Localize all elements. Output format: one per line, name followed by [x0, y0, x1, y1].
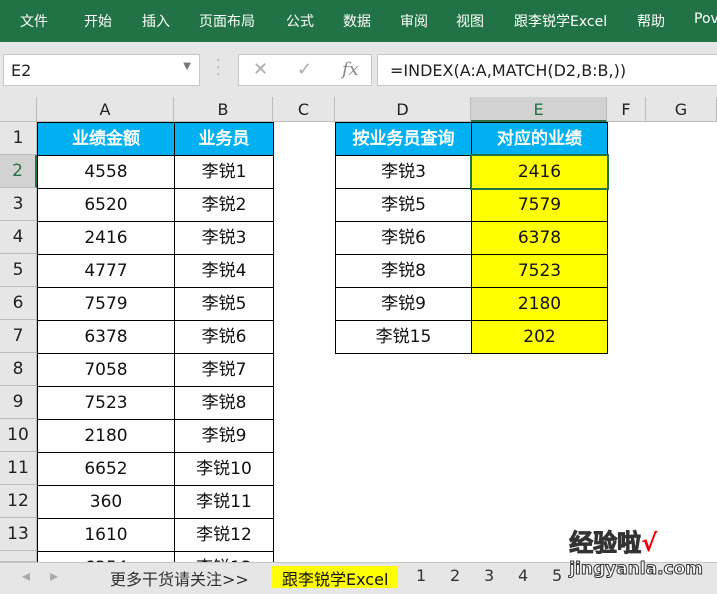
amount-cell[interactable]: 7058 [37, 353, 175, 387]
sheet-tab[interactable]: 4 [518, 566, 528, 585]
amount-cell[interactable]: 1610 [37, 518, 175, 552]
sheet-tab[interactable]: 1 [416, 566, 426, 585]
amount-cell[interactable]: 4558 [37, 155, 175, 189]
salesperson-cell[interactable]: 李锐8 [174, 386, 274, 420]
result-cell[interactable]: 202 [471, 320, 608, 354]
insert-function-icon[interactable]: fx [342, 59, 359, 80]
row-header[interactable]: 11 [0, 452, 37, 485]
column-header-a[interactable]: A [37, 97, 174, 122]
formula-input[interactable]: =INDEX(A:A,MATCH(D2,B:B,)) [377, 54, 717, 86]
ribbon-tab[interactable]: 审阅 [400, 11, 428, 31]
row-header[interactable]: 13 [0, 518, 37, 551]
ribbon-tab[interactable]: 公式 [286, 11, 314, 31]
table-header[interactable]: 业务员 [174, 122, 274, 156]
ribbon-tab[interactable]: 开始 [84, 11, 112, 31]
sheet-tab[interactable]: 5 [552, 566, 562, 585]
scroll-left-icon[interactable]: ◂ [22, 566, 30, 585]
salesperson-cell[interactable]: 李锐2 [174, 188, 274, 222]
ribbon: 文件 开始 插入 页面布局 公式 数据 审阅 视图 跟李锐学Excel 帮助 Pov [0, 0, 717, 42]
column-header-b[interactable]: B [174, 97, 273, 122]
formula-buttons: ✕ ✓ fx [238, 54, 372, 86]
watermark: 经验啦√ jingyanla.com [569, 529, 704, 580]
sheet-tab[interactable]: 跟李锐学Excel [272, 566, 399, 589]
salesperson-cell[interactable]: 李锐12 [174, 518, 274, 552]
query-cell[interactable]: 李锐9 [335, 287, 472, 321]
row-header[interactable]: 5 [0, 254, 37, 287]
ribbon-tab[interactable]: 视图 [456, 11, 484, 31]
amount-cell[interactable]: 6652 [37, 452, 175, 486]
salesperson-cell[interactable]: 李锐4 [174, 254, 274, 288]
cancel-icon[interactable]: ✕ [253, 59, 268, 80]
ribbon-tab[interactable]: 插入 [142, 11, 170, 31]
salesperson-cell[interactable]: 李锐1 [174, 155, 274, 189]
drag-handle-icon[interactable]: · · · [216, 54, 220, 82]
salesperson-cell[interactable]: 李锐9 [174, 419, 274, 453]
column-header-f[interactable]: F [607, 97, 646, 122]
query-cell[interactable]: 李锐15 [335, 320, 472, 354]
salesperson-cell[interactable]: 李锐6 [174, 320, 274, 354]
scroll-right-icon[interactable]: ▸ [50, 566, 58, 585]
sheet-tab[interactable]: 更多干货请关注>> [110, 566, 249, 590]
row-header[interactable]: 6 [0, 287, 37, 320]
ribbon-tab[interactable]: 文件 [20, 11, 48, 31]
column-header-g[interactable]: G [646, 97, 717, 122]
row-header[interactable] [0, 551, 37, 562]
lookup-header[interactable]: 按业务员查询 [335, 122, 472, 156]
column-header-d[interactable]: D [335, 97, 471, 122]
lookup-header[interactable]: 对应的业绩 [471, 122, 608, 156]
row-header[interactable]: 8 [0, 353, 37, 386]
ribbon-tab[interactable]: 数据 [343, 11, 371, 31]
salesperson-cell[interactable]: 李锐10 [174, 452, 274, 486]
row-header[interactable]: 3 [0, 188, 37, 221]
enter-icon[interactable]: ✓ [297, 59, 312, 80]
row-header[interactable]: 2 [0, 155, 37, 188]
result-cell[interactable]: 2416 [470, 154, 609, 190]
salesperson-cell[interactable]: 李锐5 [174, 287, 274, 321]
select-all-corner[interactable] [0, 97, 37, 122]
result-cell[interactable]: 6378 [471, 221, 608, 255]
result-cell[interactable]: 7579 [471, 188, 608, 222]
name-box-value: E2 [11, 61, 32, 80]
amount-cell[interactable]: 360 [37, 485, 175, 519]
query-cell[interactable]: 李锐8 [335, 254, 472, 288]
ribbon-tab[interactable]: 页面布局 [199, 11, 255, 31]
salesperson-cell[interactable]: 李锐3 [174, 221, 274, 255]
amount-cell[interactable]: 2416 [37, 221, 175, 255]
name-box[interactable]: E2 ▼ [3, 54, 200, 86]
row-header[interactable]: 1 [0, 122, 37, 155]
row-header[interactable]: 12 [0, 485, 37, 518]
table-header[interactable]: 业绩金额 [37, 122, 175, 156]
sheet-tab[interactable]: 2 [450, 566, 460, 585]
row-header[interactable]: 4 [0, 221, 37, 254]
salesperson-cell[interactable]: 李锐7 [174, 353, 274, 387]
row-header[interactable]: 9 [0, 386, 37, 419]
amount-cell[interactable]: 6520 [37, 188, 175, 222]
amount-cell[interactable]: 6378 [37, 320, 175, 354]
amount-cell[interactable]: 2180 [37, 419, 175, 453]
sheet-tab[interactable]: 3 [484, 566, 494, 585]
row-header[interactable]: 7 [0, 320, 37, 353]
ribbon-tab[interactable]: Pov [694, 11, 717, 27]
formula-bar: E2 ▼ · · · ✕ ✓ fx =INDEX(A:A,MATCH(D2,B:B,)… [0, 42, 717, 97]
amount-cell[interactable]: 7579 [37, 287, 175, 321]
row-header[interactable]: 10 [0, 419, 37, 452]
amount-cell[interactable]: 7523 [37, 386, 175, 420]
amount-cell[interactable]: 4777 [37, 254, 175, 288]
query-cell[interactable]: 李锐3 [335, 155, 472, 189]
column-header-c[interactable]: C [273, 97, 335, 122]
ribbon-tab[interactable]: 帮助 [637, 11, 665, 31]
salesperson-cell[interactable]: 李锐11 [174, 485, 274, 519]
query-cell[interactable]: 李锐6 [335, 221, 472, 255]
result-cell[interactable]: 2180 [471, 287, 608, 321]
column-header-e[interactable]: E [471, 97, 607, 122]
chevron-down-icon[interactable]: ▼ [183, 61, 191, 72]
result-cell[interactable]: 7523 [471, 254, 608, 288]
ribbon-tab[interactable]: 跟李锐学Excel [514, 11, 607, 31]
query-cell[interactable]: 李锐5 [335, 188, 472, 222]
